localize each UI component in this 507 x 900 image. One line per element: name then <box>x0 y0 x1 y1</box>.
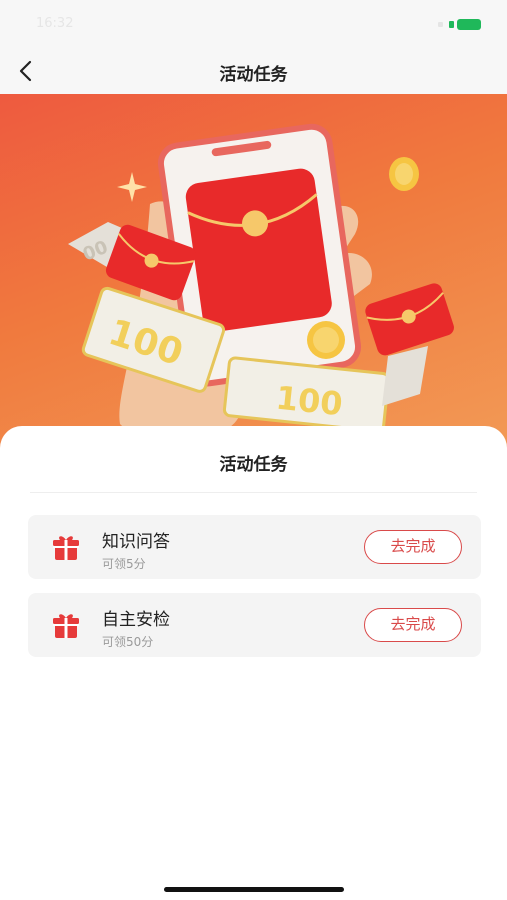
svg-text:100: 100 <box>274 379 344 424</box>
task-item-quiz: 知识问答 可领5分 去完成 <box>28 515 481 579</box>
gift-icon <box>53 614 79 638</box>
red-envelope-phone-illustration: 00 100 100 <box>68 123 454 443</box>
complete-task-button[interactable]: 去完成 <box>364 530 462 564</box>
sheet-title: 活动任务 <box>219 455 288 475</box>
task-reward: 可领5分 <box>102 557 146 571</box>
sparkle-icon <box>117 172 147 202</box>
task-name: 自主安检 <box>102 610 170 630</box>
task-item-safety-check: 自主安检 可领50分 去完成 <box>28 593 481 657</box>
signal-icon <box>438 22 443 27</box>
task-name: 知识问答 <box>102 532 170 552</box>
bill-right: 100 <box>222 356 390 433</box>
task-reward: 可领50分 <box>102 635 154 649</box>
status-time: 16:32 <box>36 16 74 31</box>
red-envelope-right <box>365 283 454 356</box>
divider <box>30 492 477 493</box>
complete-task-button[interactable]: 去完成 <box>364 608 462 642</box>
gift-icon <box>53 536 79 560</box>
bill-far-right <box>382 346 428 406</box>
page-title: 活动任务 <box>219 65 288 85</box>
battery-icon <box>449 19 481 30</box>
home-indicator <box>164 887 344 892</box>
status-bar: 16:32 <box>0 0 507 48</box>
nav-bar: 活动任务 <box>0 48 507 94</box>
task-sheet: 活动任务 知识问答 可领5分 去完成 自主安检 可领50分 去完成 <box>0 426 507 900</box>
banner-illustration: 00 100 100 <box>0 94 507 454</box>
